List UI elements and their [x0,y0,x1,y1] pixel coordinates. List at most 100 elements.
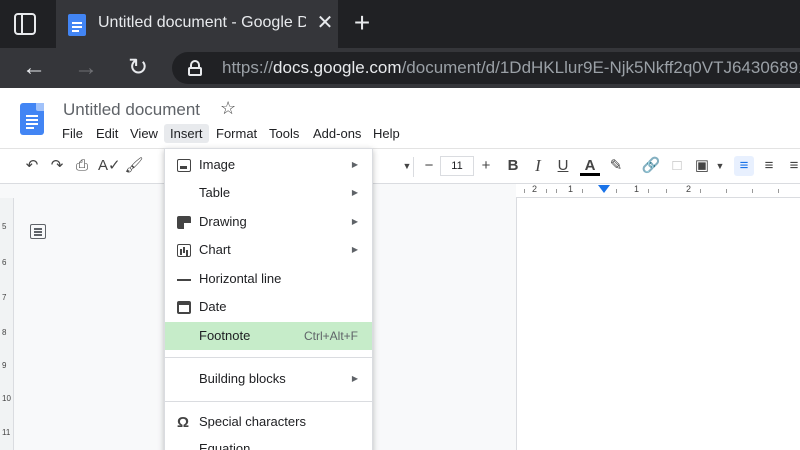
reload-icon[interactable]: ↻ [124,54,152,82]
menu-item-building-blocks[interactable]: Building blocks ▶ [165,365,372,393]
menu-edit[interactable]: Edit [90,124,124,143]
menu-tools[interactable]: Tools [263,124,305,143]
paint-format-icon[interactable]: 🖌 [124,156,144,176]
insert-image-icon[interactable]: ▣ [692,156,712,176]
tab-search-icon[interactable] [14,13,36,35]
shortcut-label: Ctrl+Alt+F [303,329,358,343]
document-page[interactable] [516,198,800,450]
formatting-toolbar: ↶ ↷ ⎙ A✓ 🖌 ▼ − 11 + B I U A ✎ 🔗 □ ▣ ▼ ≡ … [0,148,800,184]
document-outline-icon[interactable] [30,224,46,239]
menu-help[interactable]: Help [367,124,406,143]
ruler-number: 2 [686,184,692,194]
horizontal-line-icon [177,273,191,286]
insert-link-icon[interactable]: 🔗 [641,156,661,176]
document-title[interactable]: Untitled document [63,100,200,120]
chart-icon [177,244,191,257]
address-bar[interactable]: https://docs.google.com/document/d/1DdHK… [172,52,800,84]
add-comment-icon[interactable]: □ [667,156,687,176]
redo-icon[interactable]: ↷ [47,156,67,176]
toolbar-divider [413,157,414,177]
indent-marker[interactable] [598,185,610,193]
browser-tab[interactable]: Untitled document - Google Docs ✕ [56,0,338,48]
image-icon [177,159,191,172]
ruler-tick [700,189,701,193]
close-tab-icon[interactable]: ✕ [314,12,336,34]
vruler-number: 8 [2,328,7,337]
font-dropdown-arrow-icon[interactable]: ▼ [397,156,417,176]
image-dropdown-arrow-icon[interactable]: ▼ [710,156,730,176]
menu-item-image[interactable]: Image ▶ [165,151,372,179]
drawing-icon [177,216,191,229]
vruler-number: 11 [2,428,11,437]
bold-button[interactable]: B [503,156,523,176]
horizontal-ruler[interactable]: 2 1 1 2 [516,184,800,198]
ruler-tick [556,189,557,193]
insert-menu-dropdown: Image ▶ Table ▶ Drawing ▶ Chart ▶ Horizo… [164,148,373,450]
menu-item-equation[interactable]: Equation [165,435,372,450]
back-arrow-icon[interactable]: ← [20,54,48,82]
google-docs-favicon-icon [68,14,86,36]
highlight-color-icon[interactable]: ✎ [606,156,626,176]
menu-item-table[interactable]: Table ▶ [165,179,372,207]
ruler-number: 2 [532,184,538,194]
align-left-icon[interactable]: ≡ [734,156,754,176]
menu-item-label: Image [199,157,236,172]
menu-item-date[interactable]: Date [165,293,372,321]
submenu-arrow-icon: ▶ [351,374,358,383]
menu-file[interactable]: File [56,124,89,143]
menu-format[interactable]: Format [210,124,263,143]
menu-item-label: Drawing [199,214,247,229]
vruler-number: 9 [2,361,7,370]
menu-item-label: Table [199,185,231,200]
menu-item-label: Building blocks [199,371,286,386]
new-tab-button[interactable]: + [349,9,375,37]
align-center-icon[interactable]: ≡ [759,156,779,176]
underline-button[interactable]: U [553,156,573,176]
ruler-tick [524,189,525,193]
ruler-tick [752,189,753,193]
menu-add-ons[interactable]: Add-ons [307,124,367,143]
menu-item-label: Date [199,299,227,314]
menu-item-horizontal-line[interactable]: Horizontal line [165,265,372,293]
menu-item-footnote[interactable]: Footnote Ctrl+Alt+F [165,322,372,350]
menu-item-label: Equation [199,441,251,450]
url-path: /document/d/1DdHKLlur9E-Njk5Nkff2q0VTJ64… [401,58,800,77]
menu-item-drawing[interactable]: Drawing ▶ [165,208,372,236]
menu-divider [165,357,372,358]
google-docs-logo-icon[interactable] [20,103,44,135]
browser-navigation-bar: ← → ↻ https://docs.google.com/document/d… [0,48,800,88]
ruler-tick [582,189,583,193]
star-icon[interactable]: ☆ [220,98,236,119]
vruler-number: 7 [2,293,7,302]
decrease-font-size-button[interactable]: − [419,156,439,176]
ruler-tick [616,189,617,193]
ruler-tick [648,189,649,193]
tab-title: Untitled document - Google Docs [98,14,306,31]
align-right-icon[interactable]: ≡ [784,156,800,176]
menu-item-label: Footnote [199,328,251,343]
vertical-ruler[interactable]: 5 6 7 8 9 10 11 [0,198,14,450]
ruler-tick [666,189,667,193]
url-text[interactable]: https://docs.google.com/document/d/1DdHK… [222,58,800,78]
text-color-swatch [580,173,600,176]
undo-icon[interactable]: ↶ [22,156,42,176]
menu-item-chart[interactable]: Chart ▶ [165,236,372,264]
forward-arrow-icon[interactable]: → [72,54,100,82]
ruler-tick [726,189,727,193]
lock-icon[interactable] [188,60,202,76]
print-icon[interactable]: ⎙ [72,156,92,176]
url-host: docs.google.com [273,58,402,77]
increase-font-size-button[interactable]: + [476,156,496,176]
ruler-tick [778,189,779,193]
menu-insert[interactable]: Insert [164,124,209,143]
menu-view[interactable]: View [124,124,164,143]
browser-tab-bar: Untitled document - Google Docs ✕ + [0,0,800,48]
menu-item-label: Special characters [199,414,306,429]
menu-item-special-characters[interactable]: Ω Special characters [165,408,372,436]
italic-button[interactable]: I [528,156,548,176]
font-size-input[interactable]: 11 [440,156,474,176]
spellcheck-icon[interactable]: A✓ [98,156,121,176]
date-icon [177,301,191,314]
url-scheme: https:// [222,58,274,77]
menu-item-label: Chart [199,242,231,257]
